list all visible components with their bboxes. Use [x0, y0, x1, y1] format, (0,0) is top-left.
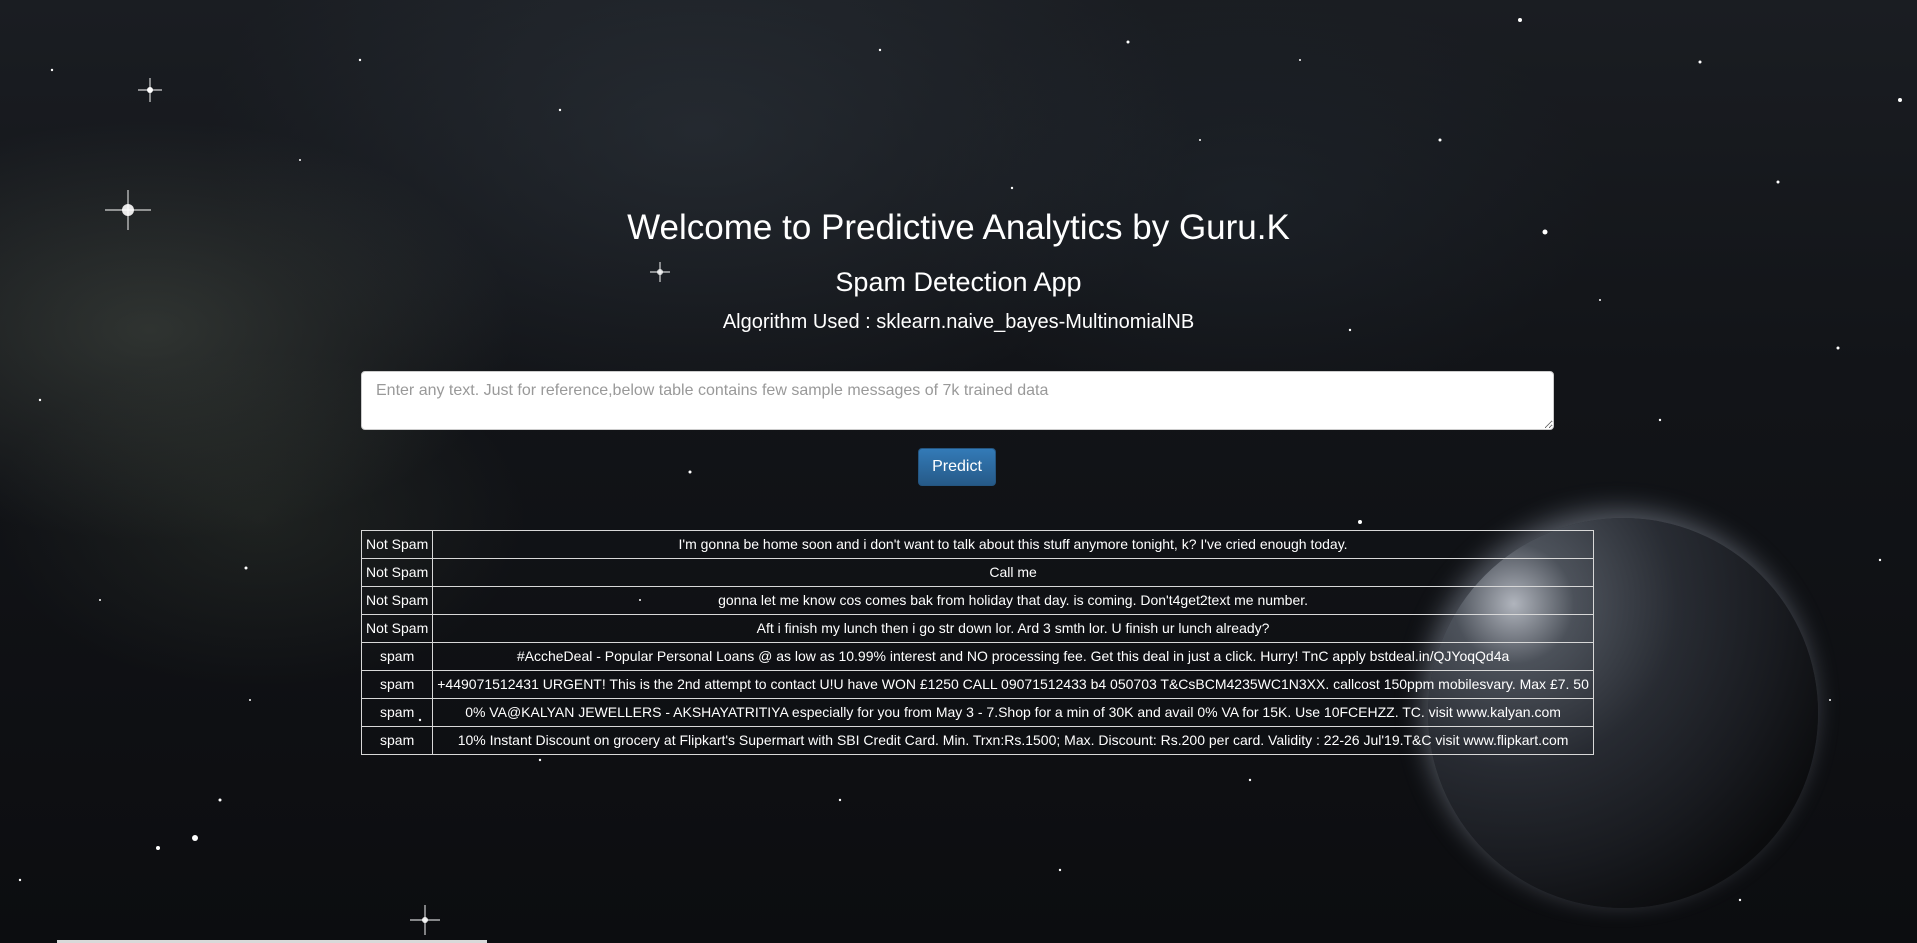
message-cell: Call me: [432, 558, 1594, 587]
message-cell: #AccheDeal - Popular Personal Loans @ as…: [432, 642, 1594, 671]
app-subtitle: Spam Detection App: [835, 267, 1082, 297]
label-cell: Not Spam: [360, 558, 434, 587]
label-cell: spam: [360, 698, 434, 727]
table-row: spam +449071512431 URGENT! This is the 2…: [360, 670, 1594, 699]
table-row: spam 0% VA@KALYAN JEWELLERS - AKSHAYATRI…: [360, 698, 1594, 727]
message-cell: I'm gonna be home soon and i don't want …: [432, 530, 1594, 559]
message-input[interactable]: [361, 371, 1554, 430]
table-row: Not Spam gonna let me know cos comes bak…: [360, 586, 1594, 615]
predict-button[interactable]: Predict: [918, 448, 996, 486]
page-title: Welcome to Predictive Analytics by Guru.…: [627, 208, 1290, 247]
table-row: Not Spam I'm gonna be home soon and i do…: [360, 530, 1594, 559]
message-cell: 0% VA@KALYAN JEWELLERS - AKSHAYATRITIYA …: [432, 698, 1594, 727]
message-cell: +449071512431 URGENT! This is the 2nd at…: [432, 670, 1594, 699]
sample-messages-table: Not Spam I'm gonna be home soon and i do…: [360, 530, 1594, 755]
label-cell: spam: [360, 726, 434, 755]
message-cell: Aft i finish my lunch then i go str down…: [432, 614, 1594, 643]
label-cell: Not Spam: [360, 614, 434, 643]
table-row: Not Spam Call me: [360, 558, 1594, 587]
table-row: spam 10% Instant Discount on grocery at …: [360, 726, 1594, 755]
label-cell: Not Spam: [360, 530, 434, 559]
message-cell: gonna let me know cos comes bak from hol…: [432, 586, 1594, 615]
table-row: spam #AccheDeal - Popular Personal Loans…: [360, 642, 1594, 671]
label-cell: Not Spam: [360, 586, 434, 615]
table-row: Not Spam Aft i finish my lunch then i go…: [360, 614, 1594, 643]
label-cell: spam: [360, 642, 434, 671]
message-cell: 10% Instant Discount on grocery at Flipk…: [432, 726, 1594, 755]
label-cell: spam: [360, 670, 434, 699]
algorithm-label: Algorithm Used : sklearn.naive_bayes-Mul…: [722, 311, 1195, 333]
